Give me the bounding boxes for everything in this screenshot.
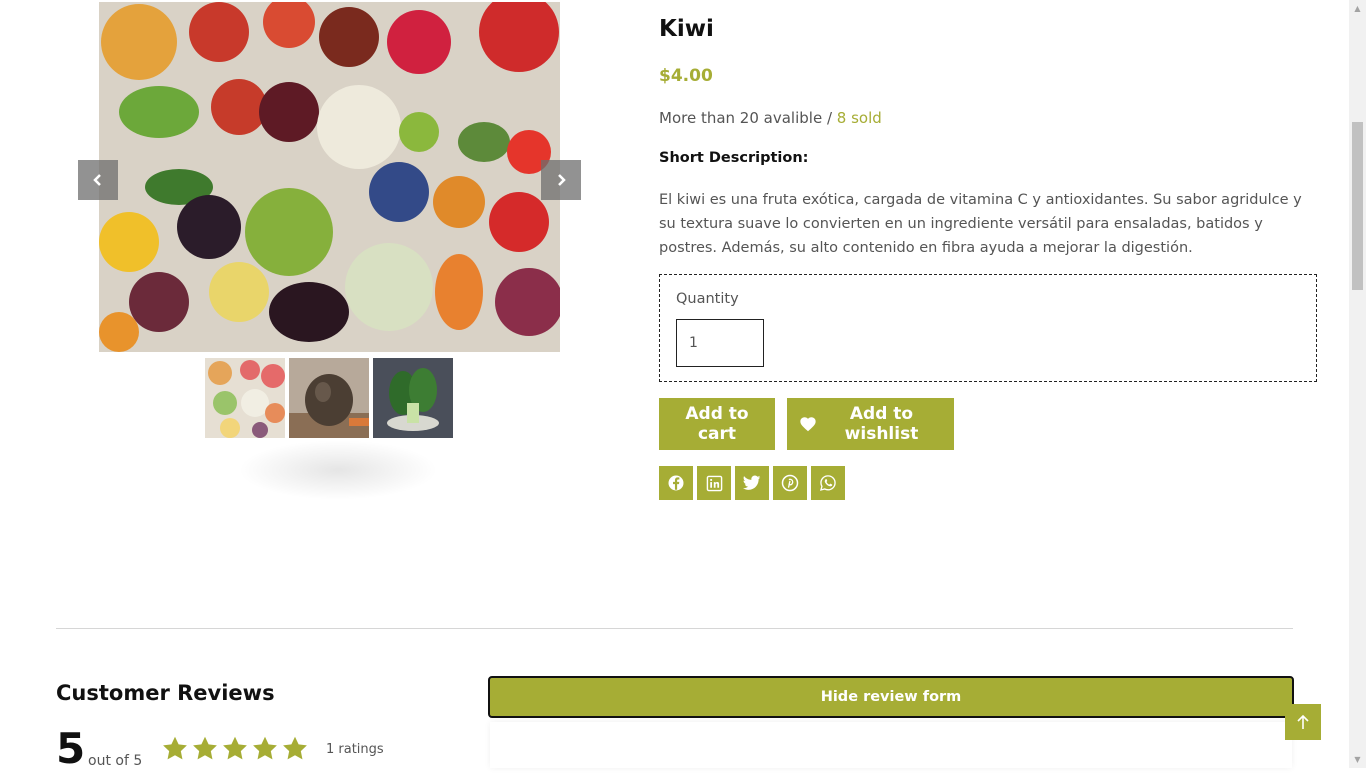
- quantity-input[interactable]: [676, 319, 764, 367]
- twitter-icon: [743, 475, 761, 490]
- quantity-label: Quantity: [676, 291, 739, 307]
- heart-icon: [799, 416, 817, 432]
- bok-choy-thumbnail[interactable]: [373, 358, 453, 438]
- short-description-label: Short Description:: [659, 150, 809, 166]
- ratings-count: 1 ratings: [326, 742, 384, 757]
- gallery-shadow: [238, 440, 438, 500]
- share-linkedin-button[interactable]: [697, 466, 731, 500]
- hide-review-form-button[interactable]: Hide review form: [488, 676, 1294, 718]
- star-icon: [283, 736, 307, 760]
- back-to-top-button[interactable]: [1285, 704, 1321, 740]
- star-icon: [163, 736, 187, 760]
- stock-text: More than 20 avalible /: [659, 109, 837, 127]
- gallery-next-button[interactable]: [541, 160, 581, 200]
- whatsapp-icon: [819, 475, 836, 491]
- chevron-left-icon: [93, 174, 101, 186]
- sold-count: 8 sold: [836, 109, 882, 127]
- stock-info: More than 20 avalible / 8 sold: [659, 109, 882, 127]
- chevron-right-icon: [558, 174, 566, 186]
- add-to-wishlist-button[interactable]: Add to wishlist: [787, 398, 954, 450]
- scroll-up-arrow-icon[interactable]: ▲: [1349, 0, 1366, 17]
- star-icon: [253, 736, 277, 760]
- add-to-wishlist-label: Add to wishlist: [844, 404, 919, 444]
- review-form-area: [490, 722, 1292, 768]
- linkedin-icon: [706, 475, 722, 491]
- share-buttons: [659, 466, 845, 500]
- pinterest-icon: [781, 474, 799, 492]
- gallery-prev-button[interactable]: [78, 160, 118, 200]
- star-icon: [223, 736, 247, 760]
- share-pinterest-button[interactable]: [773, 466, 807, 500]
- product-gallery: [78, 0, 581, 520]
- quantity-box: Quantity: [659, 274, 1317, 382]
- product-title: Kiwi: [659, 16, 714, 42]
- share-whatsapp-button[interactable]: [811, 466, 845, 500]
- share-twitter-button[interactable]: [735, 466, 769, 500]
- scroll-down-arrow-icon[interactable]: ▼: [1349, 751, 1366, 768]
- vegetables-thumbnail[interactable]: [205, 358, 285, 438]
- average-rating: 5: [56, 724, 86, 773]
- thumbnail-strip: [205, 358, 453, 438]
- rating-stars: [161, 735, 309, 763]
- customer-reviews-title: Customer Reviews: [56, 681, 275, 705]
- product-description: El kiwi es una fruta exótica, cargada de…: [659, 192, 1302, 256]
- rating-out-of: out of 5: [88, 753, 143, 769]
- product-price: $4.00: [659, 66, 713, 86]
- add-to-cart-button[interactable]: Add to cart: [659, 398, 775, 450]
- share-facebook-button[interactable]: [659, 466, 693, 500]
- star-icon: [193, 736, 217, 760]
- facebook-icon: [668, 475, 684, 491]
- vegetables-assortment-image: [99, 2, 560, 352]
- scrollbar-thumb[interactable]: [1352, 122, 1363, 290]
- section-divider: [56, 628, 1293, 629]
- arrow-up-icon: [1297, 714, 1309, 729]
- kiwi-thumbnail[interactable]: [289, 358, 369, 438]
- vertical-scrollbar[interactable]: ▲ ▼: [1349, 0, 1366, 768]
